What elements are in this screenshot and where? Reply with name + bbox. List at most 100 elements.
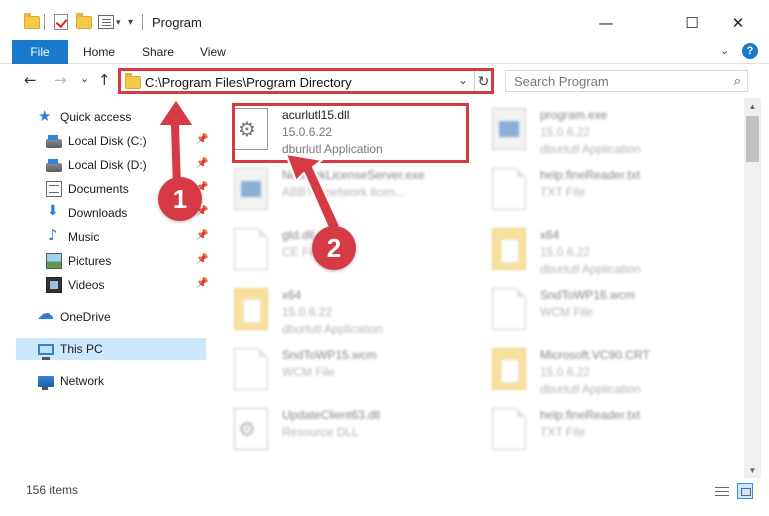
search-input[interactable]: Search Program — [514, 74, 609, 89]
file-description: dburlutl Application — [540, 382, 641, 396]
up-button[interactable]: ↑ — [98, 71, 111, 89]
file-type: WCM File — [540, 305, 593, 319]
title-bar: ▾ ▾ Program — ☐ ✕ — [0, 0, 769, 40]
quick-access-view-icon[interactable] — [98, 12, 114, 32]
file-tile-sndtowp15-wcm[interactable]: SndToWP15.wcm WCM File — [212, 340, 452, 396]
item-count: 156 items — [26, 483, 79, 497]
sidebar-item-label: Network — [60, 374, 105, 388]
quick-access-folder-icon[interactable] — [24, 12, 40, 32]
document-icon — [492, 288, 526, 330]
separator — [142, 14, 143, 30]
scroll-up-icon[interactable]: ▲ — [744, 98, 761, 114]
sidebar-item-local-disk-c[interactable]: Local Disk (C:) 📌 — [16, 130, 208, 152]
file-name: NetworkLicenseServer.exe — [282, 168, 425, 182]
address-path[interactable]: C:\Program Files\Program Directory — [145, 75, 352, 90]
maximize-button[interactable]: ☐ — [669, 8, 715, 38]
pc-icon — [38, 343, 54, 360]
minimize-button[interactable]: — — [583, 8, 629, 38]
status-bar: 156 items — [0, 478, 769, 516]
tab-home[interactable]: Home — [83, 45, 115, 59]
sidebar-item-label: Documents — [68, 182, 129, 196]
file-version: 15.0.6.22 — [540, 125, 591, 139]
sidebar-item-quick-access[interactable]: Quick access — [16, 106, 206, 128]
document-icon — [234, 228, 268, 270]
sidebar-item-label: Pictures — [68, 254, 112, 268]
tab-view[interactable]: View — [200, 45, 226, 59]
file-description: dburlutl Application — [540, 142, 641, 156]
file-tile-sndtowp16-wcm[interactable]: SndToWP16.wcm WCM File — [470, 280, 710, 336]
navigation-bar: ← → ⌄ ↑ C:\Program Files\Program Directo… — [0, 64, 769, 98]
refresh-icon[interactable]: ↻ — [474, 71, 492, 91]
exe-icon — [492, 108, 526, 150]
details-view-icon[interactable] — [715, 486, 729, 498]
music-icon — [46, 226, 62, 245]
sidebar-item-music[interactable]: Music 📌 — [16, 226, 208, 248]
forward-button[interactable]: → — [54, 71, 67, 89]
sidebar-item-this-pc[interactable]: This PC — [16, 338, 206, 360]
ribbon: File Home Share View ⌄ ? — [0, 40, 769, 64]
expand-ribbon-icon[interactable]: ⌄ — [720, 44, 729, 57]
file-name: x64 — [540, 228, 560, 242]
navigation-pane: Quick access Local Disk (C:) 📌 Local Dis… — [0, 98, 210, 478]
file-name: UpdateClient63.dll — [282, 408, 381, 422]
step-badge-1: 1 — [158, 177, 202, 221]
disk-icon — [46, 134, 62, 148]
address-dropdown-icon[interactable]: ⌄ — [458, 73, 468, 87]
file-type: WCM File — [282, 365, 335, 379]
network-icon — [38, 375, 54, 390]
pin-icon: 📌 — [196, 278, 209, 289]
file-name: gtd.dll — [282, 228, 315, 242]
file-type: TXT File — [540, 425, 586, 439]
quick-access-new-folder-icon[interactable] — [76, 12, 92, 32]
quick-access-customize-icon[interactable]: ▾ — [116, 12, 121, 32]
onedrive-icon — [37, 304, 54, 325]
file-name: SndToWP15.wcm — [282, 348, 377, 362]
sidebar-item-label: Music — [68, 230, 100, 244]
exe-icon — [234, 168, 268, 210]
scroll-down-icon[interactable]: ▼ — [744, 462, 761, 478]
close-button[interactable]: ✕ — [715, 8, 761, 38]
recent-locations-button[interactable]: ⌄ — [80, 72, 89, 85]
dll-icon — [234, 408, 268, 450]
file-name: program.exe — [540, 108, 608, 122]
search-box[interactable]: Search Program ⌕ — [505, 70, 748, 92]
file-name: help.fineReader.txt — [540, 168, 641, 182]
file-type: TXT File — [540, 185, 586, 199]
file-tab[interactable]: File — [12, 40, 68, 64]
search-icon[interactable]: ⌕ — [734, 73, 741, 89]
sidebar-item-local-disk-d[interactable]: Local Disk (D:) 📌 — [16, 154, 208, 176]
sidebar-item-label: OneDrive — [60, 310, 111, 324]
step-badge-2: 2 — [312, 226, 356, 270]
quick-access-properties-icon[interactable] — [54, 12, 68, 32]
file-tile-x64-b[interactable]: x64 15.0.6.22 dburlutl Application — [212, 280, 452, 336]
help-icon[interactable]: ? — [742, 43, 758, 59]
file-tile-networklicenseserver-exe[interactable]: NetworkLicenseServer.exe ABBYY network l… — [212, 160, 452, 216]
pin-icon: 📌 — [196, 254, 209, 265]
separator — [44, 14, 45, 30]
file-tile-help-finereader-txt-2[interactable]: help.fineReader.txt TXT File — [470, 400, 710, 456]
file-tile-updateclient63-dll[interactable]: UpdateClient63.dll Resource DLL — [212, 400, 452, 456]
sidebar-item-label: Videos — [68, 278, 105, 292]
document-icon — [492, 408, 526, 450]
sidebar-item-onedrive[interactable]: OneDrive — [16, 304, 206, 328]
address-bar[interactable]: C:\Program Files\Program Directory ⌄ ↻ — [118, 68, 494, 94]
file-description: dburlutl Application — [282, 322, 383, 336]
sidebar-item-network[interactable]: Network — [16, 370, 206, 392]
file-tile-help-finereader-txt[interactable]: help.fineReader.txt TXT File — [470, 160, 710, 216]
sidebar-item-pictures[interactable]: Pictures 📌 — [16, 250, 209, 272]
file-version: 15.0.6.22 — [540, 245, 591, 259]
file-tile-program-exe[interactable]: program.exe 15.0.6.22 dburlutl Applicati… — [470, 100, 710, 156]
sidebar-item-label: Quick access — [60, 110, 132, 124]
file-tile-x64-a[interactable]: x64 15.0.6.22 dburlutl Application — [470, 220, 710, 276]
tiles-view-icon[interactable] — [737, 483, 753, 499]
file-highlight-box — [232, 103, 469, 163]
quick-access-dropdown-icon[interactable]: ▾ — [128, 12, 133, 32]
file-tile-microsoft-vc90-crt[interactable]: Microsoft.VC90.CRT 15.0.6.22 dburlutl Ap… — [470, 340, 710, 396]
tab-share[interactable]: Share — [142, 45, 174, 59]
back-button[interactable]: ← — [24, 71, 37, 89]
scroll-thumb[interactable] — [746, 116, 759, 162]
disk-icon — [46, 158, 62, 172]
folder-icon — [492, 348, 526, 390]
sidebar-item-videos[interactable]: Videos 📌 — [16, 274, 209, 296]
vertical-scrollbar[interactable]: ▲ ▼ — [744, 98, 761, 478]
